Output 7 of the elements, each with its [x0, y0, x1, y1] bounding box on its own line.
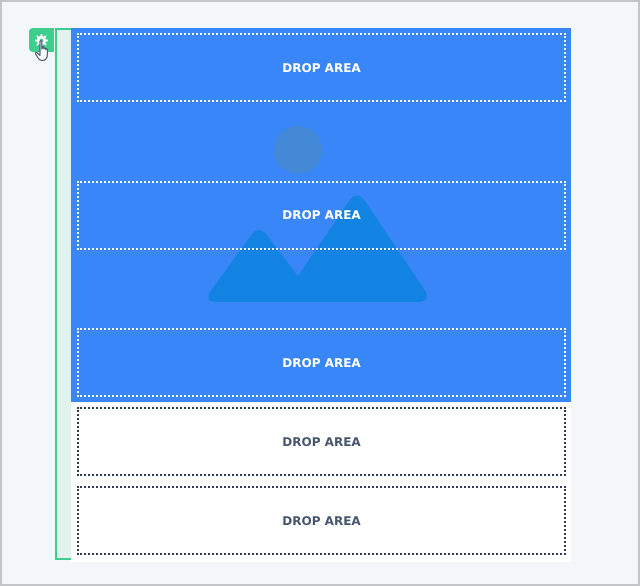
drop-area[interactable]: DROP AREA — [77, 407, 566, 476]
drop-area[interactable]: DROP AREA — [77, 486, 566, 555]
hand-cursor-icon — [35, 40, 51, 62]
drop-area[interactable]: DROP AREA — [77, 328, 566, 397]
drop-area[interactable]: DROP AREA — [77, 180, 566, 250]
settings-button[interactable] — [29, 28, 54, 52]
drop-area[interactable]: DROP AREA — [77, 33, 566, 102]
